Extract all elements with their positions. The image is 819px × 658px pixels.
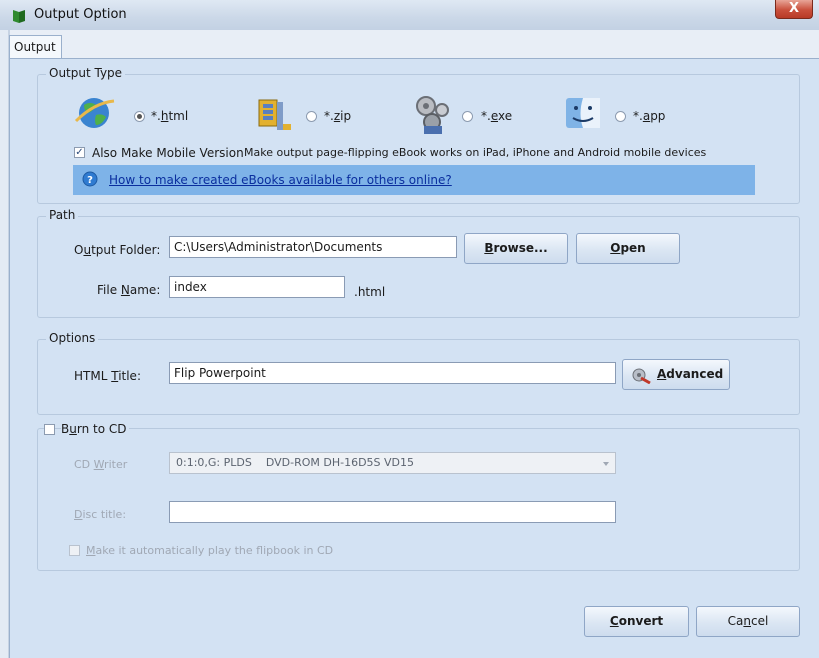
svg-text:?: ? xyxy=(87,175,93,186)
title-bar: Output Option X xyxy=(0,0,819,30)
close-button[interactable]: X xyxy=(775,0,813,19)
radio-html-label[interactable]: *.html xyxy=(151,109,188,123)
burn-cd-label[interactable]: Burn to CD xyxy=(61,422,130,436)
open-button[interactable]: Open xyxy=(576,233,680,264)
file-extension: .html xyxy=(354,285,386,299)
chevron-down-icon xyxy=(603,462,609,466)
disc-title-label: Disc title: xyxy=(74,508,127,521)
cd-writer-label: CD Writer xyxy=(74,458,128,471)
mobile-version-checkbox[interactable]: ✓ xyxy=(74,147,85,158)
radio-html[interactable] xyxy=(134,111,145,122)
radio-exe-label[interactable]: *.exe xyxy=(481,109,512,123)
autoplay-label: Make it automatically play the flipbook … xyxy=(86,544,334,557)
radio-zip[interactable] xyxy=(306,111,317,122)
convert-button[interactable]: Convert xyxy=(584,606,689,637)
radio-zip-label[interactable]: *.zip xyxy=(324,109,351,123)
cd-writer-select: 0:1:0,G: PLDS DVD-ROM DH-16D5S VD15 xyxy=(169,452,616,474)
tab-output[interactable]: Output xyxy=(9,35,62,59)
output-type-label: Output Type xyxy=(46,66,126,80)
zip-archive-icon xyxy=(258,99,291,130)
globe-icon xyxy=(74,98,115,128)
radio-exe[interactable] xyxy=(462,111,473,122)
help-link[interactable]: How to make created eBooks available for… xyxy=(109,173,452,187)
window-title: Output Option xyxy=(34,7,127,22)
app-book-icon xyxy=(13,10,25,23)
mobile-version-label[interactable]: Also Make Mobile Version xyxy=(92,146,244,160)
html-title-label: HTML Title: xyxy=(74,369,141,383)
advanced-button[interactable]: Advanced xyxy=(622,359,730,390)
gears-icon xyxy=(416,96,449,134)
disc-title-input xyxy=(169,501,616,523)
browse-button[interactable]: Browse... xyxy=(464,233,568,264)
cancel-button[interactable]: Cancel xyxy=(696,606,800,637)
mac-finder-icon xyxy=(566,98,600,128)
autoplay-checkbox xyxy=(69,545,80,556)
path-label: Path xyxy=(46,208,79,222)
options-label: Options xyxy=(46,331,99,345)
burn-cd-checkbox[interactable] xyxy=(44,424,55,435)
radio-app[interactable] xyxy=(615,111,626,122)
radio-app-label[interactable]: *.app xyxy=(633,109,665,123)
html-title-input[interactable]: Flip Powerpoint xyxy=(169,362,616,384)
advanced-settings-icon xyxy=(632,368,651,384)
mobile-version-description: Make output page-flipping eBook works on… xyxy=(244,146,707,159)
file-name-input[interactable]: index xyxy=(169,276,345,298)
help-icon: ? xyxy=(82,171,98,187)
output-folder-label: Output Folder: xyxy=(74,243,161,257)
output-folder-input[interactable]: C:\Users\Administrator\Documents xyxy=(169,236,457,258)
file-name-label: File Name: xyxy=(97,283,161,297)
path-group: Path xyxy=(37,208,800,318)
